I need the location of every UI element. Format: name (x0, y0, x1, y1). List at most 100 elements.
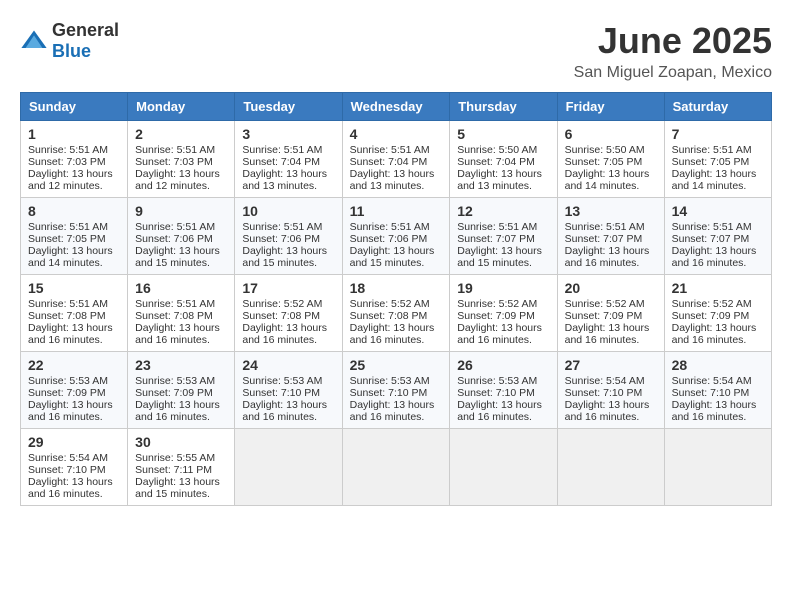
calendar-cell (557, 429, 664, 506)
day-number: 28 (672, 357, 764, 373)
calendar-cell: 17Sunrise: 5:52 AMSunset: 7:08 PMDayligh… (235, 275, 342, 352)
location: San Miguel Zoapan, Mexico (574, 64, 772, 82)
day-number: 10 (242, 203, 334, 219)
day-detail: and 16 minutes. (565, 411, 657, 423)
day-detail: and 15 minutes. (135, 488, 227, 500)
day-number: 4 (350, 126, 443, 142)
day-number: 20 (565, 280, 657, 296)
day-detail: Sunrise: 5:53 AM (350, 375, 443, 387)
calendar-cell: 21Sunrise: 5:52 AMSunset: 7:09 PMDayligh… (664, 275, 771, 352)
column-header-friday: Friday (557, 93, 664, 121)
day-detail: Sunrise: 5:50 AM (565, 144, 657, 156)
day-detail: and 16 minutes. (350, 334, 443, 346)
day-number: 13 (565, 203, 657, 219)
day-detail: and 12 minutes. (28, 180, 120, 192)
day-detail: Sunrise: 5:50 AM (457, 144, 549, 156)
calendar-cell: 23Sunrise: 5:53 AMSunset: 7:09 PMDayligh… (128, 352, 235, 429)
day-detail: Daylight: 13 hours (565, 322, 657, 334)
day-detail: Daylight: 13 hours (135, 322, 227, 334)
day-detail: Sunset: 7:10 PM (28, 464, 120, 476)
logo-text: General Blue (52, 20, 119, 62)
day-detail: Daylight: 13 hours (135, 399, 227, 411)
day-detail: Daylight: 13 hours (672, 322, 764, 334)
day-detail: Sunrise: 5:51 AM (350, 221, 443, 233)
calendar-cell: 7Sunrise: 5:51 AMSunset: 7:05 PMDaylight… (664, 121, 771, 198)
day-detail: Sunset: 7:09 PM (135, 387, 227, 399)
day-detail: Sunrise: 5:51 AM (242, 221, 334, 233)
calendar-cell (342, 429, 450, 506)
day-detail: and 13 minutes. (350, 180, 443, 192)
day-detail: Daylight: 13 hours (350, 168, 443, 180)
day-detail: Sunset: 7:10 PM (242, 387, 334, 399)
title-area: June 2025 San Miguel Zoapan, Mexico (574, 20, 772, 82)
day-detail: and 15 minutes. (242, 257, 334, 269)
month-title: June 2025 (574, 20, 772, 62)
calendar-header-row: SundayMondayTuesdayWednesdayThursdayFrid… (21, 93, 772, 121)
day-detail: Sunset: 7:03 PM (135, 156, 227, 168)
calendar-cell: 11Sunrise: 5:51 AMSunset: 7:06 PMDayligh… (342, 198, 450, 275)
calendar-cell: 25Sunrise: 5:53 AMSunset: 7:10 PMDayligh… (342, 352, 450, 429)
calendar-week-row: 1Sunrise: 5:51 AMSunset: 7:03 PMDaylight… (21, 121, 772, 198)
calendar-week-row: 29Sunrise: 5:54 AMSunset: 7:10 PMDayligh… (21, 429, 772, 506)
day-detail: Sunset: 7:07 PM (565, 233, 657, 245)
day-detail: Sunrise: 5:51 AM (242, 144, 334, 156)
day-detail: Sunset: 7:10 PM (565, 387, 657, 399)
day-detail: and 15 minutes. (350, 257, 443, 269)
day-detail: and 15 minutes. (457, 257, 549, 269)
day-detail: Sunrise: 5:51 AM (672, 221, 764, 233)
day-detail: Sunset: 7:04 PM (457, 156, 549, 168)
day-detail: and 12 minutes. (135, 180, 227, 192)
day-detail: and 16 minutes. (242, 334, 334, 346)
day-detail: Sunrise: 5:54 AM (565, 375, 657, 387)
column-header-thursday: Thursday (450, 93, 557, 121)
day-detail: Sunset: 7:09 PM (565, 310, 657, 322)
day-detail: Daylight: 13 hours (350, 322, 443, 334)
day-detail: Sunset: 7:07 PM (457, 233, 549, 245)
day-detail: Sunset: 7:11 PM (135, 464, 227, 476)
day-detail: Sunset: 7:04 PM (242, 156, 334, 168)
logo: General Blue (20, 20, 119, 62)
day-detail: Sunset: 7:09 PM (28, 387, 120, 399)
day-detail: and 16 minutes. (135, 411, 227, 423)
column-header-wednesday: Wednesday (342, 93, 450, 121)
calendar-week-row: 15Sunrise: 5:51 AMSunset: 7:08 PMDayligh… (21, 275, 772, 352)
calendar-cell: 15Sunrise: 5:51 AMSunset: 7:08 PMDayligh… (21, 275, 128, 352)
day-detail: Daylight: 13 hours (135, 476, 227, 488)
day-detail: Sunset: 7:10 PM (672, 387, 764, 399)
calendar-cell: 1Sunrise: 5:51 AMSunset: 7:03 PMDaylight… (21, 121, 128, 198)
calendar-cell: 9Sunrise: 5:51 AMSunset: 7:06 PMDaylight… (128, 198, 235, 275)
day-detail: Sunset: 7:05 PM (565, 156, 657, 168)
day-detail: Sunrise: 5:51 AM (28, 144, 120, 156)
day-number: 7 (672, 126, 764, 142)
calendar-cell: 10 Sunrise: 5:51 AMSunset: 7:06 PMDayligh… (235, 198, 342, 275)
day-detail: and 15 minutes. (135, 257, 227, 269)
day-detail: Sunrise: 5:51 AM (135, 221, 227, 233)
day-detail: Sunrise: 5:53 AM (457, 375, 549, 387)
day-detail: Sunset: 7:06 PM (242, 233, 334, 245)
calendar-cell: 14Sunrise: 5:51 AMSunset: 7:07 PMDayligh… (664, 198, 771, 275)
column-header-saturday: Saturday (664, 93, 771, 121)
day-detail: Daylight: 13 hours (350, 399, 443, 411)
day-number: 6 (565, 126, 657, 142)
day-detail: and 14 minutes. (28, 257, 120, 269)
day-number: 26 (457, 357, 549, 373)
day-detail: Daylight: 13 hours (135, 168, 227, 180)
day-detail: Sunrise: 5:51 AM (565, 221, 657, 233)
day-detail: Sunset: 7:04 PM (350, 156, 443, 168)
calendar-cell: 30Sunrise: 5:55 AMSunset: 7:11 PMDayligh… (128, 429, 235, 506)
day-detail: Daylight: 13 hours (672, 168, 764, 180)
day-number: 11 (350, 203, 443, 219)
day-detail: Daylight: 13 hours (242, 245, 334, 257)
calendar-cell: 20Sunrise: 5:52 AMSunset: 7:09 PMDayligh… (557, 275, 664, 352)
day-detail: Sunset: 7:06 PM (135, 233, 227, 245)
day-detail: Sunset: 7:03 PM (28, 156, 120, 168)
day-detail: Sunset: 7:08 PM (350, 310, 443, 322)
day-detail: Sunrise: 5:52 AM (672, 298, 764, 310)
day-detail: Daylight: 13 hours (457, 322, 549, 334)
calendar-cell: 18Sunrise: 5:52 AMSunset: 7:08 PMDayligh… (342, 275, 450, 352)
calendar-cell: 6Sunrise: 5:50 AMSunset: 7:05 PMDaylight… (557, 121, 664, 198)
day-detail: and 13 minutes. (242, 180, 334, 192)
calendar-cell (235, 429, 342, 506)
day-number: 30 (135, 434, 227, 450)
day-number: 14 (672, 203, 764, 219)
